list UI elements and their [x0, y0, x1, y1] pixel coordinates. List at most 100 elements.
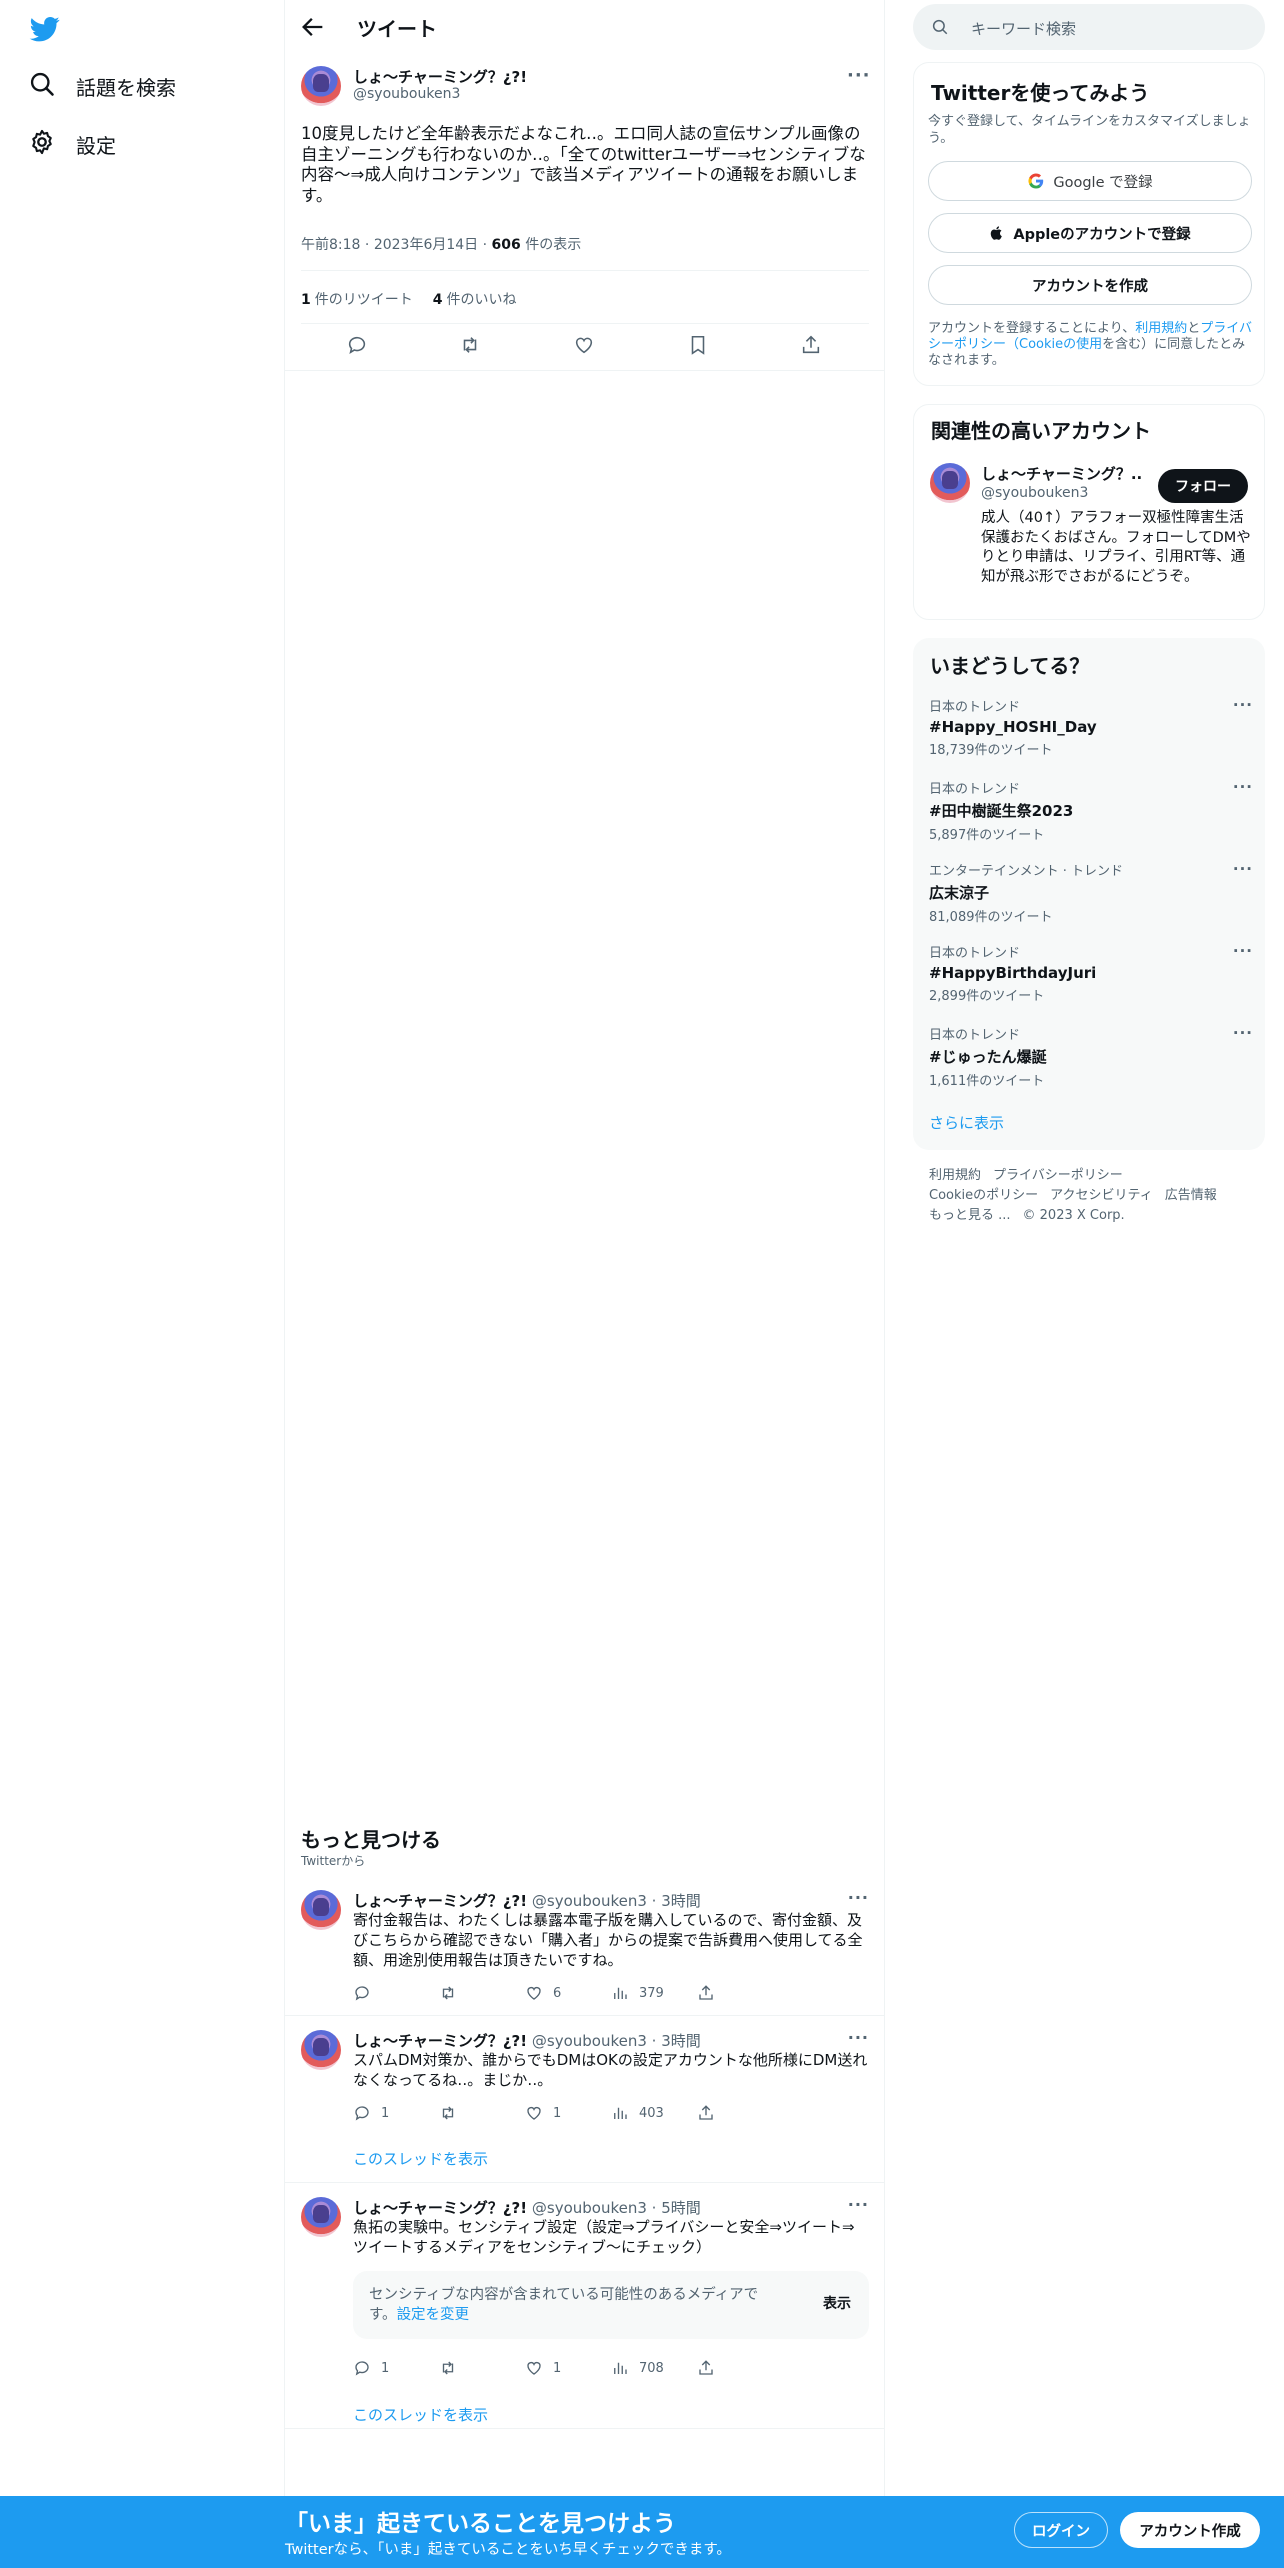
tweet-time[interactable]: 3時間: [661, 1892, 701, 1910]
more-icon[interactable]: ···: [847, 67, 870, 92]
tweet-author-name[interactable]: しょ〜チャーミング？¿?!: [353, 2199, 527, 2217]
trend-item[interactable]: 日本のトレンド #HappyBirthdayJuri 2,899件のツイート ·…: [929, 942, 1252, 1004]
more-icon[interactable]: ···: [1233, 860, 1253, 878]
tweet-time[interactable]: 午前8:18: [301, 237, 360, 253]
related-tweet[interactable]: しょ〜チャーミング？¿?! @syoubouken3 · 3時間 ··· スパム…: [285, 2028, 885, 2183]
discover-subtitle: Twitterから: [301, 1854, 366, 1868]
views-button[interactable]: 708: [611, 2359, 697, 2377]
legal-prefix: アカウントを登録することにより、: [928, 321, 1136, 336]
likes-stat[interactable]: 4 件のいいね: [433, 289, 517, 309]
twitter-logo-icon[interactable]: [28, 14, 62, 44]
more-icon[interactable]: ···: [1233, 1024, 1253, 1042]
avatar[interactable]: [930, 463, 970, 503]
tweet-author-name[interactable]: しょ〜チャーミング？¿?!: [353, 1892, 527, 1910]
reply-icon[interactable]: [346, 334, 370, 358]
views-icon: [614, 2107, 627, 2119]
like-count: 1: [553, 2105, 562, 2121]
retweets-stat[interactable]: 1 件のリツイート: [301, 289, 413, 309]
footer-link[interactable]: 利用規約: [929, 1166, 981, 1186]
share-button[interactable]: [697, 2104, 783, 2122]
tweet-header: しょ〜チャーミング？¿?! @syoubouken3 · 3時間: [353, 2030, 701, 2051]
share-button[interactable]: [697, 2359, 783, 2377]
share-button[interactable]: [697, 1984, 783, 2002]
like-button[interactable]: 1: [525, 2359, 611, 2377]
back-arrow-icon[interactable]: [299, 13, 327, 41]
tweet-time[interactable]: 3時間: [661, 2032, 701, 2050]
show-thread-link[interactable]: このスレッドを表示: [353, 2148, 488, 2169]
trend-category: 日本のトレンド: [929, 946, 1021, 961]
footer-link[interactable]: プライバシーポリシー: [993, 1166, 1123, 1186]
tweet-date[interactable]: 2023年6月14日: [374, 237, 478, 253]
footer-link[interactable]: アクセシビリティ: [1050, 1186, 1153, 1206]
show-more-link[interactable]: さらに表示: [929, 1112, 1004, 1133]
page-title: ツイート: [357, 17, 437, 41]
reply-button[interactable]: [353, 1984, 439, 2002]
tweet-author-handle[interactable]: @syoubouken3: [532, 2032, 647, 2050]
avatar[interactable]: [301, 66, 341, 106]
views-icon: [614, 1987, 627, 1999]
bookmark-icon[interactable]: [687, 334, 711, 358]
trend-item[interactable]: 日本のトレンド #じゅったん爆誕 1,611件のツイート ···: [929, 1024, 1252, 1089]
tweet-author-name[interactable]: しょ〜チャーミング？¿?!: [353, 2032, 527, 2050]
more-icon[interactable]: ···: [848, 2195, 869, 2214]
show-media-button[interactable]: 表示: [823, 2293, 851, 2313]
like-icon[interactable]: [573, 334, 597, 358]
more-icon[interactable]: ···: [848, 1888, 869, 1907]
retweet-button[interactable]: [439, 2104, 525, 2122]
trend-item[interactable]: 日本のトレンド #Happy_HOSHI_Day 18,739件のツイート ··…: [929, 696, 1252, 758]
divider: [301, 270, 869, 271]
search-input[interactable]: キーワード検索: [971, 18, 1076, 39]
trend-count: 5,897件のツイート: [929, 828, 1045, 843]
related-tweet[interactable]: しょ〜チャーミング？¿?! @syoubouken3 · 3時間 ··· 寄付金…: [285, 1888, 885, 2016]
reply-button[interactable]: 1: [353, 2104, 439, 2122]
signup-button[interactable]: アカウント作成: [1120, 2512, 1260, 2548]
nav-explore[interactable]: 話題を検索: [28, 70, 176, 103]
like-button[interactable]: 1: [525, 2104, 611, 2122]
avatar[interactable]: [301, 1890, 341, 1930]
related-tweet[interactable]: しょ〜チャーミング？¿?! @syoubouken3 · 5時間 ··· 魚拓の…: [285, 2195, 885, 2429]
footer-link[interactable]: 広告情報: [1165, 1186, 1217, 1206]
tweet-time[interactable]: 5時間: [661, 2199, 701, 2217]
terms-link[interactable]: 利用規約: [1135, 321, 1187, 336]
signup-title: Twitterを使ってみよう: [931, 81, 1150, 105]
more-icon[interactable]: ···: [1233, 696, 1253, 714]
footer-link[interactable]: Cookieのポリシー: [929, 1186, 1038, 1206]
create-account-button[interactable]: アカウントを作成: [928, 265, 1252, 305]
retweet-icon[interactable]: [459, 334, 483, 358]
google-signup-button[interactable]: Google で登録: [928, 161, 1252, 201]
account-handle[interactable]: @syoubouken3: [981, 485, 1088, 501]
trend-name: #Happy_HOSHI_Day: [929, 718, 1097, 736]
retweet-button[interactable]: [439, 2359, 525, 2377]
change-settings-link[interactable]: 設定を変更: [397, 2307, 470, 2323]
tweet-author-handle[interactable]: @syoubouken3: [532, 2199, 647, 2217]
trend-category: エンターテインメント · トレンド: [929, 864, 1124, 879]
tweet-author-handle[interactable]: @syoubouken3: [353, 86, 460, 102]
trend-item[interactable]: エンターテインメント · トレンド 広末涼子 81,089件のツイート ···: [929, 860, 1252, 925]
nav-settings[interactable]: 設定: [28, 128, 116, 161]
share-icon[interactable]: [800, 334, 824, 358]
reply-button[interactable]: 1: [353, 2359, 439, 2377]
trend-item[interactable]: 日本のトレンド #田中樹誕生祭2023 5,897件のツイート ···: [929, 778, 1252, 843]
views-button[interactable]: 403: [611, 2104, 697, 2122]
avatar[interactable]: [301, 2030, 341, 2070]
account-name[interactable]: しょ〜チャーミング？...: [981, 463, 1141, 484]
tweet-author-handle[interactable]: @syoubouken3: [532, 1892, 647, 1910]
more-icon[interactable]: ···: [848, 2028, 869, 2047]
tweet-author-name[interactable]: しょ〜チャーミング？¿?!: [353, 66, 527, 87]
more-icon[interactable]: ···: [1233, 778, 1253, 796]
search-icon: [932, 19, 948, 35]
avatar[interactable]: [301, 2197, 341, 2237]
login-button[interactable]: ログイン: [1014, 2512, 1108, 2548]
retweet-button[interactable]: [439, 1984, 525, 2002]
views-button[interactable]: 379: [611, 1984, 697, 2002]
apple-signup-button[interactable]: Appleのアカウントで登録: [928, 213, 1252, 253]
follow-button[interactable]: フォロー: [1158, 469, 1248, 503]
apple-icon: [991, 226, 1003, 240]
like-button[interactable]: 6: [525, 1984, 611, 2002]
likes-label: 件のいいね: [446, 292, 517, 308]
more-icon[interactable]: ···: [1233, 942, 1253, 960]
footer-link[interactable]: もっと見る ...: [929, 1206, 1011, 1226]
tweet-text: 魚拓の実験中。センシティブ設定（設定⇒プライバシーと安全⇒ツイート⇒ツイートする…: [353, 2218, 855, 2256]
show-thread-link[interactable]: このスレッドを表示: [353, 2404, 488, 2425]
search-box[interactable]: キーワード検索: [913, 4, 1265, 50]
